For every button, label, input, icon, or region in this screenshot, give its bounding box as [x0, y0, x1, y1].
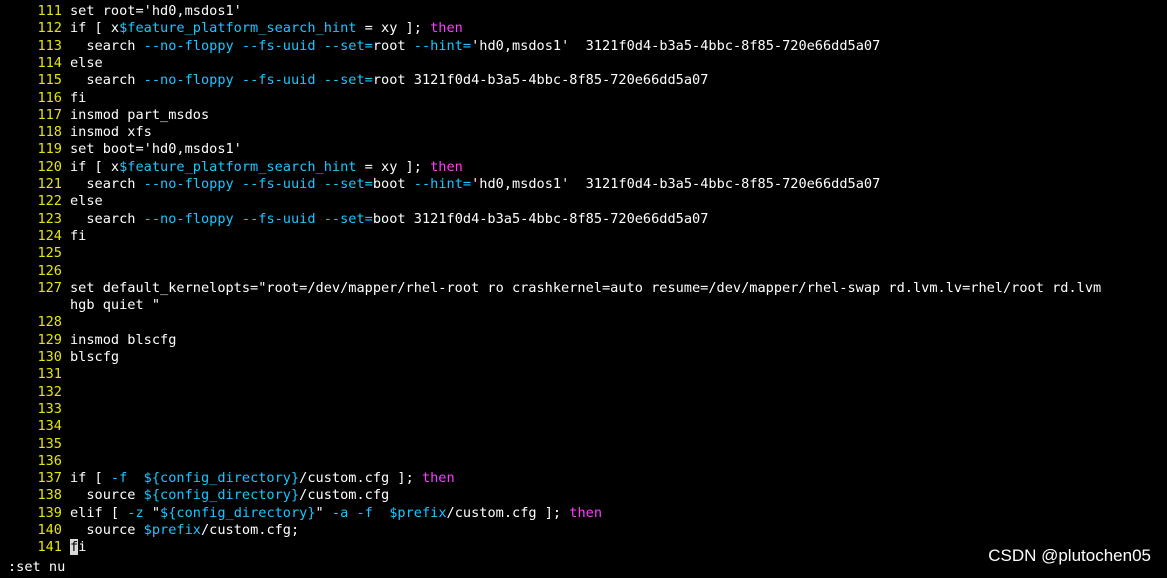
line-number: 120	[37, 158, 62, 175]
line-text: fi	[70, 89, 87, 106]
line-number: 137	[37, 470, 62, 487]
code-line[interactable]: 117 insmod part_msdos	[0, 107, 209, 124]
code-line[interactable]: 127 set default_kernelopts="root=/dev/map…	[0, 280, 1101, 297]
line-number: 138	[37, 487, 62, 504]
line-number: 116	[37, 89, 62, 106]
terminal-window[interactable]: 111 set root='hd0,msdos1' 112 if [ x$featur…	[0, 0, 1167, 578]
code-line[interactable]: 123 search --no-floppy --fs-uuid --set=b…	[0, 211, 708, 228]
line-number: 112	[37, 20, 62, 37]
line-number: 134	[37, 418, 62, 435]
line-text: search --no-floppy --fs-uuid --set=root …	[70, 37, 881, 54]
code-line[interactable]: 136	[0, 453, 70, 470]
line-number: 135	[37, 435, 62, 452]
code-line[interactable]: 132	[0, 384, 70, 401]
code-line[interactable]: 126	[0, 263, 70, 280]
vim-command-line[interactable]: :set nu	[8, 559, 65, 576]
line-text: set boot='hd0,msdos1'	[70, 141, 242, 158]
line-text: insmod blscfg	[70, 331, 177, 348]
line-text: if [ x$feature_platform_search_hint = xy…	[70, 20, 463, 37]
line-text: elif [ -z "${config_directory}" -a -f $p…	[70, 504, 603, 521]
line-text: set default_kernelopts="root=/dev/mapper…	[70, 279, 1102, 296]
line-number: 131	[37, 366, 62, 383]
line-text: insmod xfs	[70, 124, 152, 141]
code-line[interactable]: 113 search --no-floppy --fs-uuid --set=r…	[0, 38, 880, 55]
code-line[interactable]: 120 if [ x$feature_platform_search_hint =…	[0, 158, 463, 176]
code-line[interactable]: 125	[0, 245, 70, 262]
code-line[interactable]: 129 insmod blscfg	[0, 332, 176, 349]
line-number: 122	[37, 193, 62, 210]
line-text: source ${config_directory}/custom.cfg	[70, 487, 390, 504]
line-number: 129	[37, 331, 62, 348]
watermark-text: CSDN @plutochen05	[988, 546, 1151, 565]
line-text: search --no-floppy --fs-uuid --set=boot …	[70, 210, 709, 227]
line-text: if [ -f ${config_directory}/custom.cfg ]…	[70, 470, 455, 487]
line-text: source $prefix/custom.cfg;	[70, 522, 300, 538]
line-number: 133	[37, 400, 62, 417]
line-number: 140	[37, 522, 62, 538]
code-line[interactable]: 118 insmod xfs	[0, 124, 152, 141]
line-text: hgb quiet "	[70, 297, 161, 314]
line-number: 115	[37, 72, 62, 89]
line-number: 141	[37, 539, 62, 556]
line-text: else	[70, 193, 103, 210]
code-line[interactable]: 139 elif [ -z "${config_directory}" -a -f…	[0, 505, 602, 522]
code-line[interactable]: 137 if [ -f ${config_directory}/custom.cf…	[0, 470, 455, 487]
line-text: set root='hd0,msdos1'	[70, 3, 242, 19]
code-line[interactable]: 131	[0, 366, 70, 383]
line-number: 127	[37, 279, 62, 296]
line-number: 124	[37, 227, 62, 244]
code-line[interactable]: 141 fi	[0, 539, 86, 556]
line-text: insmod part_msdos	[70, 106, 210, 123]
line-number: 125	[37, 245, 62, 262]
code-line[interactable]: 133	[0, 401, 70, 418]
line-text: if [ x$feature_platform_search_hint = xy…	[70, 158, 463, 175]
line-text: fi	[70, 227, 87, 244]
line-number: 118	[37, 124, 62, 141]
code-line[interactable]: 116 fi	[0, 90, 86, 107]
code-line[interactable]: 128	[0, 314, 70, 331]
line-number: 139	[37, 504, 62, 521]
code-line[interactable]: 138 source ${config_directory}/custom.cf…	[0, 487, 389, 504]
line-number: 126	[37, 262, 62, 279]
line-number: 119	[37, 141, 62, 158]
code-line[interactable]: 140 source $prefix/custom.cfg;	[0, 522, 299, 539]
line-number: 117	[37, 106, 62, 123]
line-number: 123	[37, 210, 62, 227]
line-text: search --no-floppy --fs-uuid --set=boot …	[70, 176, 881, 192]
line-number: 114	[37, 54, 62, 71]
code-line[interactable]: 112 if [ x$feature_platform_search_hint =…	[0, 20, 463, 37]
line-text: fi	[70, 539, 87, 556]
code-line[interactable]: 119 set boot='hd0,msdos1'	[0, 141, 242, 158]
code-line[interactable]: 121 search --no-floppy --fs-uuid --set=b…	[0, 176, 880, 193]
line-number: 113	[37, 37, 62, 54]
wrapped-line[interactable]: hgb quiet "	[0, 297, 160, 314]
code-line[interactable]: 115 search --no-floppy --fs-uuid --set=r…	[0, 72, 708, 89]
line-number: 121	[37, 176, 62, 192]
code-line[interactable]: 122 else	[0, 193, 103, 210]
code-line[interactable]: 130 blscfg	[0, 349, 119, 366]
line-text: else	[70, 54, 103, 71]
line-number: 132	[37, 383, 62, 400]
code-line[interactable]: 114 else	[0, 54, 103, 72]
line-number: 136	[37, 452, 62, 469]
code-line[interactable]: 111 set root='hd0,msdos1'	[0, 3, 242, 20]
line-number: 111	[37, 3, 62, 19]
text-cursor: f	[70, 539, 79, 556]
code-line[interactable]: 134	[0, 418, 70, 435]
line-text: blscfg	[70, 349, 120, 365]
line-text: search --no-floppy --fs-uuid --set=root …	[70, 72, 709, 89]
line-number: 130	[37, 349, 62, 365]
line-number: 128	[37, 314, 62, 331]
code-line[interactable]: 124 fi	[0, 228, 86, 245]
code-line[interactable]: 135	[0, 436, 70, 453]
